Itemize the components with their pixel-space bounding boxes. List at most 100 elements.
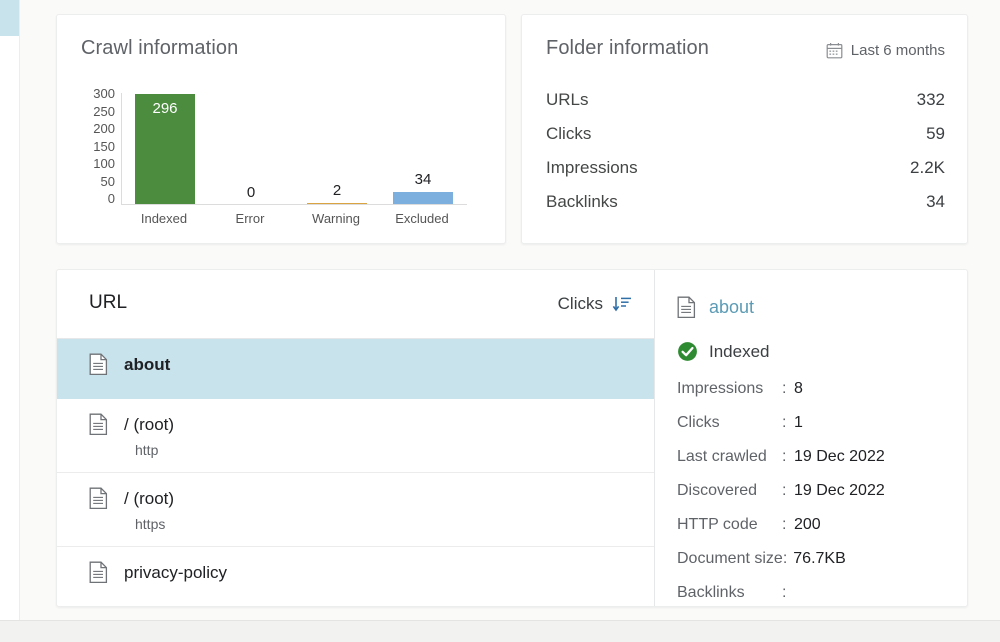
folder-stat-value: 34	[926, 192, 945, 211]
detail-header: about	[655, 270, 966, 319]
detail-field-value: 76.7KB	[793, 550, 846, 567]
date-range-selector[interactable]: Last 6 months	[826, 42, 945, 59]
url-list-item-main: / (root)	[89, 487, 622, 510]
folder-stats-list: URLs 332 Clicks 59 Impressions 2.2K Backlinks 3…	[546, 90, 945, 226]
detail-field-key: Discovered	[677, 482, 758, 499]
chart-y-axis: 300 250 200 150 100 50 0	[79, 87, 115, 205]
chart-x-label: Excluded	[395, 211, 449, 226]
url-list-item-label: / (root)	[124, 488, 175, 508]
url-detail-panel: about Indexed Impressions:8 Clicks:1 Last …	[655, 270, 966, 606]
chart-x-axis: Indexed Error Warning Excluded	[121, 211, 467, 226]
url-list-item[interactable]: / (root) https	[57, 473, 654, 547]
sort-descending-icon[interactable]	[612, 295, 632, 313]
detail-field-value: 19 Dec 2022	[794, 448, 885, 465]
url-list-item-main: about	[89, 353, 622, 376]
detail-field-key: Clicks	[677, 414, 720, 431]
detail-status-label: Indexed	[709, 341, 770, 361]
folder-stat-value: 332	[916, 90, 945, 109]
folder-stat-row: Backlinks 34	[546, 192, 945, 226]
urls-card: URL Clicks about / (root) http / (root) …	[56, 269, 968, 607]
sidebar	[0, 0, 20, 641]
detail-field-row: Last crawled:19 Dec 2022	[677, 448, 966, 482]
chart-y-tick: 150	[93, 138, 115, 154]
document-icon	[89, 353, 108, 376]
detail-field-key: Backlinks	[677, 584, 745, 601]
detail-field-key: Last crawled	[677, 448, 767, 465]
detail-field-row: Impressions:8	[677, 380, 966, 414]
crawl-card-title: Crawl information	[81, 37, 239, 59]
url-list-item-label: privacy-policy	[124, 562, 227, 582]
clicks-sort-control[interactable]: Clicks	[558, 294, 632, 314]
detail-field-separator: :	[782, 516, 787, 533]
folder-stat-value: 59	[926, 124, 945, 143]
folder-stat-label: Backlinks	[546, 192, 618, 211]
url-list-item-label: about	[124, 354, 171, 374]
folder-stat-label: Impressions	[546, 158, 638, 177]
detail-field-row: Backlinks:	[677, 584, 966, 606]
folder-stat-row: URLs 332	[546, 90, 945, 124]
content-area: Crawl information 300 250 200 150 100 50 0 296…	[20, 0, 1000, 620]
url-list-item[interactable]: / (root) http	[57, 399, 654, 473]
chart-baseline	[121, 204, 467, 205]
chart-bar-column[interactable]: 0	[208, 93, 294, 205]
detail-field-row: HTTP code:200	[677, 516, 966, 550]
url-list-item-protocol: http	[135, 442, 159, 458]
crawl-bar-chart: 300 250 200 150 100 50 0 296 0 2 34 Indexed Error W…	[79, 87, 484, 227]
url-list-item[interactable]: privacy-policy	[57, 547, 654, 606]
date-range-label: Last 6 months	[850, 42, 945, 59]
document-icon	[89, 413, 108, 436]
chart-bar-column[interactable]: 34	[380, 93, 466, 205]
chart-y-tick: 100	[93, 156, 115, 171]
chart-y-tick: 300	[93, 86, 115, 101]
detail-field-key: Document size:	[677, 550, 788, 567]
detail-field-row: Document size: 76.7KB	[677, 550, 966, 584]
chart-bar-value-label: 34	[414, 171, 432, 188]
url-list-header: URL Clicks	[57, 270, 654, 339]
url-list-item-label: / (root)	[124, 414, 175, 434]
detail-url-link[interactable]: about	[709, 297, 754, 318]
chart-bar-value-label: 296	[152, 100, 178, 117]
detail-field-row: Clicks:1	[677, 414, 966, 448]
folder-stat-row: Impressions 2.2K	[546, 158, 945, 192]
app-root: Crawl information 300 250 200 150 100 50 0 296…	[0, 0, 1000, 642]
url-list-item-main: / (root)	[89, 413, 622, 436]
detail-field-value: 200	[794, 516, 821, 533]
chart-x-label: Warning	[312, 211, 360, 226]
document-icon	[677, 296, 696, 319]
detail-fields-list: Impressions:8 Clicks:1 Last crawled:19 Dec…	[655, 362, 966, 606]
url-list-item-protocol: https	[135, 516, 166, 532]
chart-bar-column[interactable]: 296	[122, 93, 208, 205]
url-list-item-main: privacy-policy	[89, 561, 622, 584]
sidebar-item-active[interactable]	[0, 0, 19, 36]
chart-y-tick: 50	[100, 173, 115, 189]
folder-information-card: Folder information Last 6 months URLs 33…	[521, 14, 968, 244]
url-rows-container: about / (root) http / (root) https privacy-po…	[57, 339, 654, 606]
calendar-icon	[826, 42, 843, 59]
chart-x-label: Indexed	[140, 211, 188, 226]
chart-bar-value-label: 0	[246, 184, 256, 201]
clicks-column-header: Clicks	[557, 294, 603, 313]
document-icon	[89, 487, 108, 510]
folder-stat-row: Clicks 59	[546, 124, 945, 158]
crawl-information-card: Crawl information 300 250 200 150 100 50 0 296…	[56, 14, 506, 244]
document-icon	[89, 561, 108, 584]
chart-y-tick: 250	[93, 103, 115, 119]
folder-stat-label: URLs	[546, 90, 589, 109]
detail-field-key: HTTP code	[677, 516, 758, 533]
detail-field-separator: :	[782, 414, 787, 431]
chart-bar-column[interactable]: 2	[294, 93, 380, 205]
url-list-item[interactable]: about	[57, 339, 654, 399]
chart-x-label: Error	[235, 211, 265, 226]
folder-stat-value: 2.2K	[910, 158, 945, 177]
check-circle-icon	[677, 341, 698, 362]
detail-field-value: 8	[794, 380, 803, 397]
chart-y-tick: 0	[107, 191, 115, 206]
folder-card-title: Folder information	[546, 37, 709, 59]
detail-field-separator: :	[782, 482, 787, 499]
detail-field-row: Discovered:19 Dec 2022	[677, 482, 966, 516]
detail-field-value: 19 Dec 2022	[794, 482, 885, 499]
chart-plot-area: 296 0 2 34	[121, 93, 468, 205]
detail-status-badge: Indexed	[655, 319, 966, 362]
chart-y-tick: 200	[93, 121, 115, 136]
url-column-header: URL	[89, 292, 128, 313]
